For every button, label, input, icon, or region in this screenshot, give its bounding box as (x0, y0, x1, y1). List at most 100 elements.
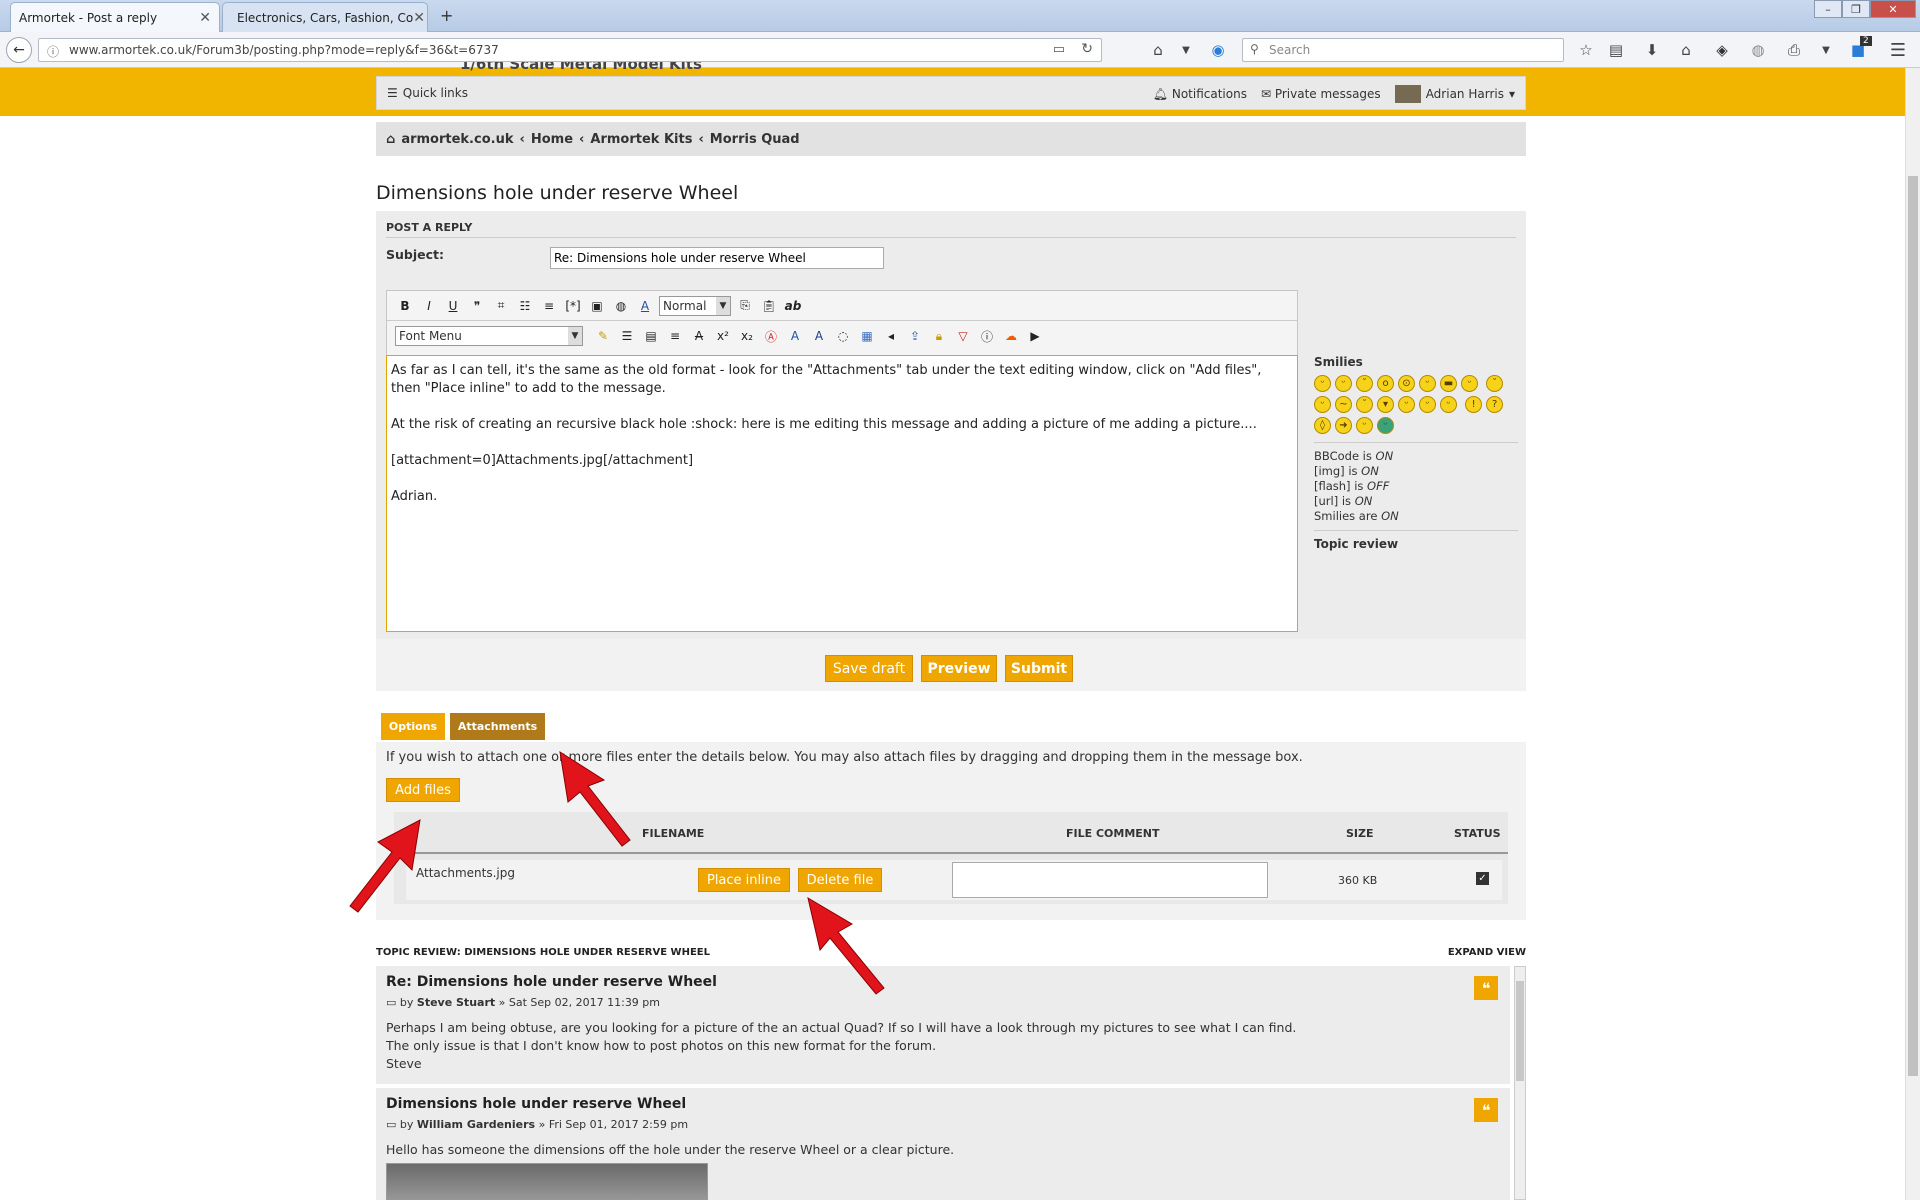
quick-links-menu[interactable]: ☰ Quick links (387, 86, 468, 100)
highlight-icon[interactable]: ✎ (593, 326, 613, 346)
font-color-icon[interactable]: A (635, 296, 655, 316)
spellcheck-icon[interactable]: ab (783, 296, 803, 316)
list-item-button[interactable]: [*] (563, 296, 583, 316)
drop-icon[interactable]: ◌ (833, 326, 853, 346)
arrow-icon[interactable]: ➜ (1335, 417, 1352, 434)
smiley-icon[interactable]: ▬ (1440, 375, 1457, 392)
delete-file-button[interactable]: Delete file (798, 868, 882, 892)
bookmark-star-icon[interactable]: ☆ (1576, 40, 1596, 60)
smiley-icon[interactable]: ▾ (1377, 396, 1394, 413)
post-title[interactable]: Dimensions hole under reserve Wheel (386, 1096, 1500, 1112)
italic-button[interactable]: I (419, 296, 439, 316)
preview-button[interactable]: Preview (921, 655, 997, 682)
align-center-icon[interactable]: ☰ (617, 326, 637, 346)
strikethrough-icon[interactable]: A (689, 326, 709, 346)
quote-button[interactable]: ❞ (467, 296, 487, 316)
private-messages-link[interactable]: ✉ Private messages (1261, 87, 1381, 101)
minimize-icon[interactable]: – (1814, 0, 1842, 18)
smiley-icon[interactable]: ~ (1335, 396, 1352, 413)
home-icon[interactable]: ⌂ (1676, 40, 1696, 60)
upload-icon[interactable]: ⇪ (905, 326, 925, 346)
post-author[interactable]: William Gardeniers (417, 1118, 535, 1131)
quote-button[interactable]: ❝ (1474, 976, 1498, 1000)
reading-list-icon[interactable]: ▤ (1606, 40, 1626, 60)
scrollbar-thumb[interactable] (1908, 176, 1918, 1076)
smiley-icon[interactable]: ᵕ (1314, 396, 1331, 413)
review-scrollbar[interactable] (1514, 966, 1526, 1200)
post-title[interactable]: Re: Dimensions hole under reserve Wheel (386, 974, 1500, 990)
back-arrow-icon[interactable]: ← (6, 37, 32, 63)
home-colored-icon[interactable]: ⌂ (1148, 40, 1168, 60)
smiley-icon[interactable]: ᵕ (1356, 417, 1373, 434)
font-outline-icon[interactable]: Ⓐ (761, 326, 781, 346)
copy-icon[interactable]: ⎘ (735, 296, 755, 316)
close-icon[interactable]: ✕ (199, 10, 211, 26)
smiley-icon[interactable]: ᵕ (1440, 396, 1457, 413)
soundcloud-icon[interactable]: ☁ (1001, 326, 1021, 346)
reader-view-icon[interactable]: ▭ (1053, 42, 1065, 57)
spoiler-icon[interactable]: ▽ (953, 326, 973, 346)
topic-review-link[interactable]: Topic review (1314, 537, 1518, 551)
maximize-icon[interactable]: ❐ (1842, 0, 1870, 18)
post-author[interactable]: Steve Stuart (417, 996, 495, 1009)
list-button[interactable]: ☷ (515, 296, 535, 316)
exclamation-icon[interactable]: ! (1465, 396, 1483, 413)
submit-button[interactable]: Submit (1005, 655, 1073, 682)
bold-button[interactable]: B (395, 296, 415, 316)
font-glow-icon[interactable]: A (785, 326, 805, 346)
paste-icon[interactable]: 📋︎ (759, 296, 779, 316)
user-menu[interactable]: Adrian Harris ▾ (1394, 85, 1515, 103)
quote-button[interactable]: ❝ (1474, 1098, 1498, 1122)
underline-button[interactable]: U (443, 296, 463, 316)
smiley-icon[interactable]: ˘ (1486, 375, 1504, 392)
media-play-icon[interactable]: ▶ (1025, 326, 1045, 346)
dropdown-icon[interactable]: ▼ (1816, 40, 1836, 60)
close-icon[interactable]: ✕ (413, 10, 425, 26)
extension-icon[interactable]: ◍ (1748, 40, 1768, 60)
scrollbar-thumb[interactable] (1516, 981, 1524, 1081)
save-draft-button[interactable]: Save draft (825, 655, 913, 682)
smiley-icon[interactable]: ᵕ (1461, 375, 1478, 392)
smiley-icon[interactable]: ᵕ (1314, 375, 1331, 392)
question-icon[interactable]: ? (1486, 396, 1504, 413)
image-icon[interactable]: ▣ (587, 296, 607, 316)
link-globe-icon[interactable]: ◍ (611, 296, 631, 316)
tab-attachments[interactable]: Attachments (450, 713, 545, 740)
place-inline-button[interactable]: Place inline (698, 868, 790, 892)
tab-options[interactable]: Options (381, 713, 445, 740)
smiley-icon[interactable]: ˘ (1356, 375, 1373, 392)
message-textarea[interactable]: As far as I can tell, it's the same as t… (386, 355, 1298, 632)
font-size-select[interactable]: Normal ▼ (659, 295, 731, 316)
direction-icon[interactable]: ◂ (881, 326, 901, 346)
code-button[interactable]: ⌗ (491, 296, 511, 316)
smiley-icon[interactable]: ˘ (1356, 396, 1373, 413)
smiley-icon[interactable]: ᵕ (1419, 396, 1436, 413)
gradient-icon[interactable]: ▦ (857, 326, 877, 346)
expand-view-link[interactable]: EXPAND VIEW (1448, 947, 1526, 958)
browser-tab[interactable]: Electronics, Cars, Fashion, Co ✕ (222, 2, 428, 32)
breadcrumb-item[interactable]: armortek.co.uk (401, 132, 513, 147)
file-comment-input[interactable] (952, 862, 1268, 898)
download-icon[interactable]: ⬇ (1642, 40, 1662, 60)
superscript-icon[interactable]: x² (713, 326, 733, 346)
status-checkbox[interactable]: ✓ (1476, 872, 1489, 885)
lock-icon[interactable]: 🔒︎ (929, 326, 949, 346)
add-files-button[interactable]: Add files (386, 778, 460, 802)
subject-input[interactable] (550, 247, 884, 269)
smiley-icon[interactable]: ᵕ (1419, 375, 1436, 392)
smiley-icon[interactable]: o (1377, 375, 1394, 392)
sync-icon[interactable]: ◉ (1208, 40, 1228, 60)
smiley-icon[interactable]: ⊙ (1398, 375, 1415, 392)
breadcrumb-item[interactable]: Home (531, 132, 573, 147)
smiley-icon[interactable]: ᵕ (1335, 375, 1352, 392)
ordered-list-button[interactable]: ≡ (539, 296, 559, 316)
info-icon[interactable]: ⓘ (47, 43, 59, 60)
info-box-icon[interactable]: ⓘ (977, 326, 997, 346)
breadcrumb-item[interactable]: Armortek Kits (590, 132, 692, 147)
close-window-icon[interactable]: ✕ (1870, 0, 1916, 18)
screenshot-icon[interactable]: ⎙ (1784, 40, 1804, 60)
hamburger-menu-icon[interactable]: ☰ (1888, 40, 1908, 61)
smiley-icon[interactable]: ᵕ (1377, 417, 1394, 434)
subscript-icon[interactable]: x₂ (737, 326, 757, 346)
notifications-link[interactable]: 🔔︎ Notifications (1153, 87, 1247, 101)
